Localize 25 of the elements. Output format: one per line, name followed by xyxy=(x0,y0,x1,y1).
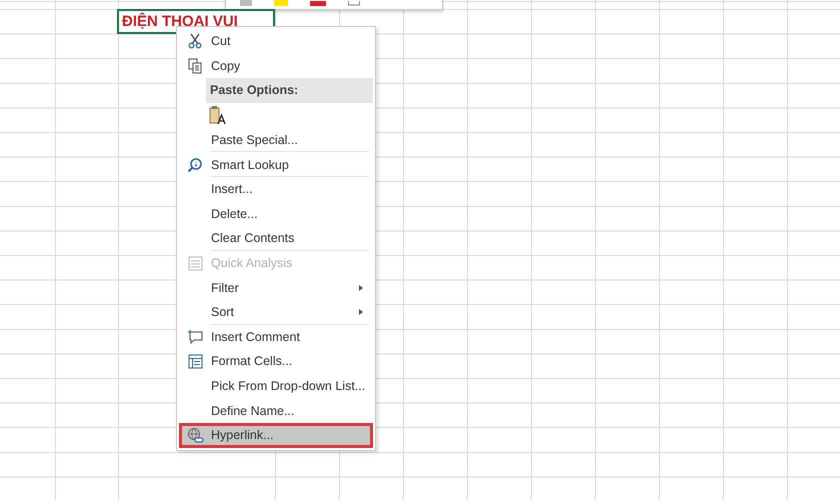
menu-item[interactable]: Paste Special... xyxy=(179,128,373,152)
menu-item[interactable]: Format Cells... xyxy=(179,349,373,374)
menu-item[interactable]: Hyperlink... xyxy=(179,422,373,448)
border-icon[interactable] xyxy=(348,1,360,6)
menu-item[interactable]: Sort xyxy=(179,300,373,325)
highlight-icon[interactable] xyxy=(274,0,288,6)
globe-link-icon xyxy=(186,426,204,444)
menu-item[interactable]: Clear Contents xyxy=(179,226,373,251)
paste-button[interactable] xyxy=(209,105,227,126)
comment-icon xyxy=(186,329,204,344)
copy-icon xyxy=(188,58,202,74)
analysis-icon xyxy=(188,256,202,271)
scissors-icon xyxy=(188,33,202,50)
paste-options-header: Paste Options: xyxy=(206,78,373,103)
menu-item[interactable]: Smart Lookup xyxy=(179,152,373,177)
menu-item[interactable]: Copy xyxy=(179,54,373,78)
menu-item[interactable]: Delete... xyxy=(179,202,373,226)
menu-item[interactable]: Define Name... xyxy=(179,398,373,423)
menu-item[interactable]: Insert... xyxy=(179,176,373,202)
font-color-icon[interactable] xyxy=(310,1,326,6)
search-icon xyxy=(187,156,203,173)
menu-item[interactable]: Insert Comment xyxy=(179,324,373,350)
menu-item[interactable]: Filter xyxy=(179,275,373,300)
table-icon xyxy=(188,354,202,369)
menu-item[interactable]: Pick From Drop-down List... xyxy=(179,374,373,398)
